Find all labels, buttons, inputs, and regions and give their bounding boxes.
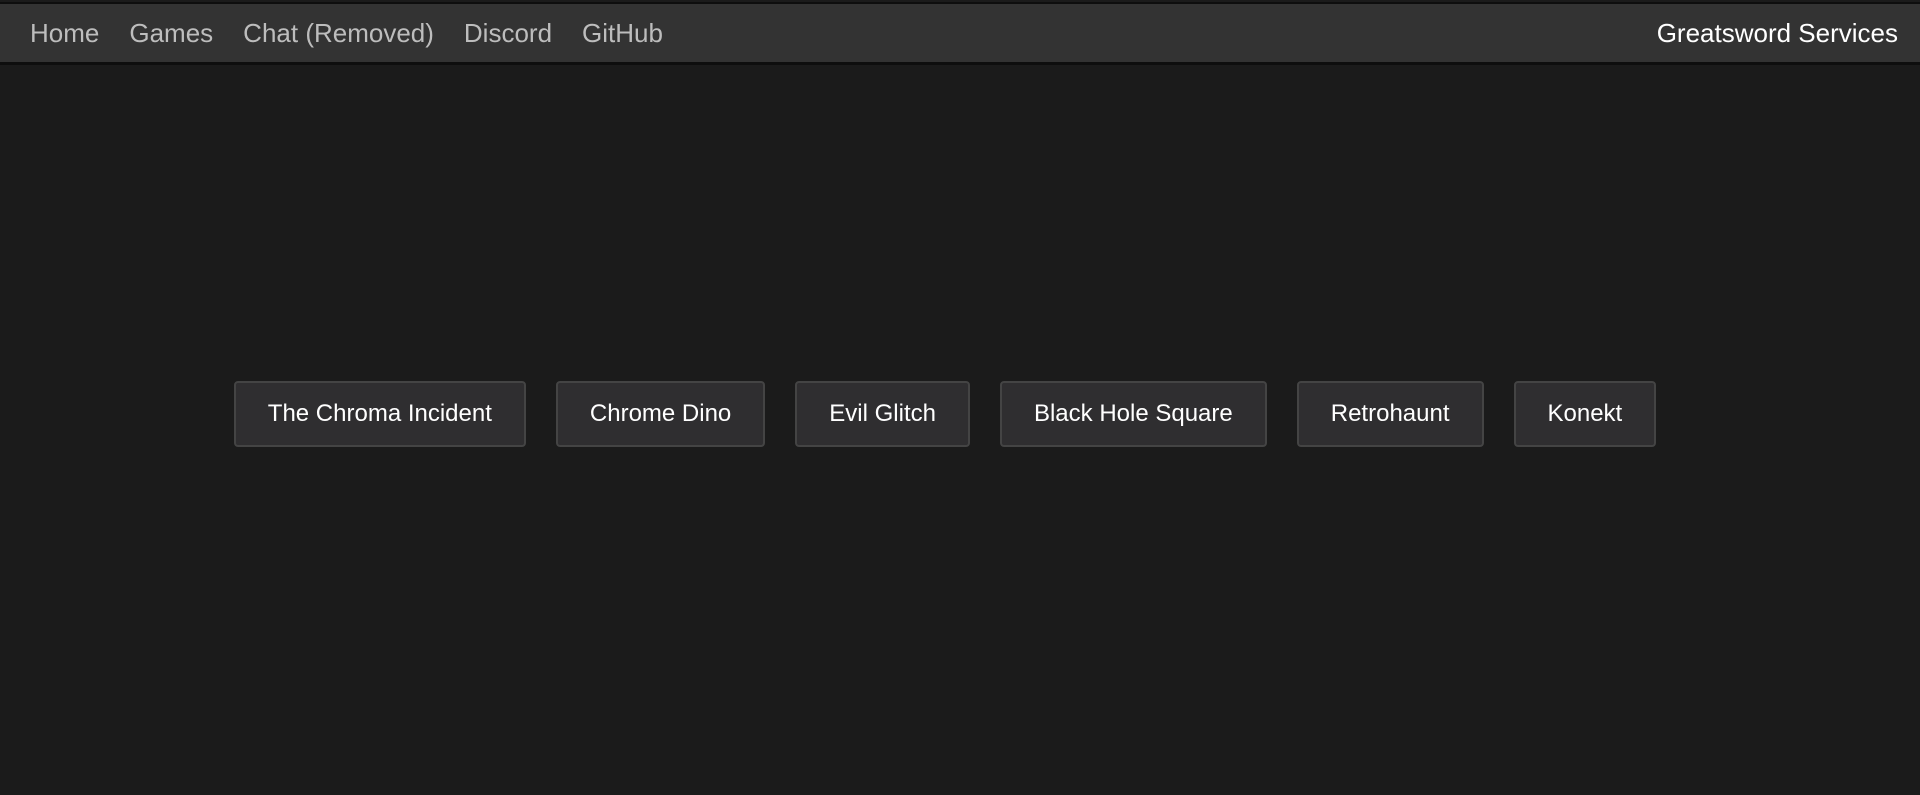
nav-link-discord[interactable]: Discord <box>464 20 552 46</box>
nav-link-games[interactable]: Games <box>129 20 213 46</box>
top-nav-bar: Home Games Chat (Removed) Discord GitHub… <box>0 2 1920 65</box>
main-nav: Home Games Chat (Removed) Discord GitHub <box>30 4 693 62</box>
nav-link-home[interactable]: Home <box>30 20 99 46</box>
game-button-evil-glitch[interactable]: Evil Glitch <box>795 381 970 447</box>
game-button-retrohaunt[interactable]: Retrohaunt <box>1296 381 1484 447</box>
game-button-konekt[interactable]: Konekt <box>1513 381 1657 447</box>
game-button-chroma-incident[interactable]: The Chroma Incident <box>233 381 526 447</box>
game-button-black-hole-square[interactable]: Black Hole Square <box>999 381 1267 447</box>
site-brand[interactable]: Greatsword Services <box>1657 4 1898 62</box>
nav-link-github[interactable]: GitHub <box>582 20 663 46</box>
game-button-chrome-dino[interactable]: Chrome Dino <box>555 381 766 447</box>
nav-link-chat[interactable]: Chat (Removed) <box>243 20 434 46</box>
game-button-list: The Chroma Incident Chrome Dino Evil Gli… <box>0 381 1920 447</box>
